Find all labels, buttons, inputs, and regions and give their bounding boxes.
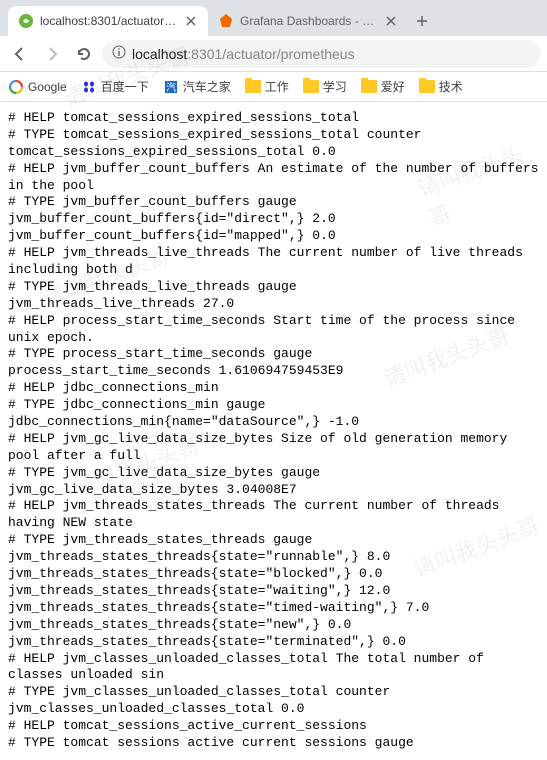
folder-icon xyxy=(303,80,319,93)
tab-title: Grafana Dashboards - discove xyxy=(240,14,378,28)
page-content: # HELP tomcat_sessions_expired_sessions_… xyxy=(0,102,547,760)
toolbar: localhost:8301/actuator/prometheus xyxy=(0,36,547,72)
bookmark-folder-tech[interactable]: 技术 xyxy=(419,78,463,95)
close-icon[interactable] xyxy=(384,14,398,28)
back-button[interactable] xyxy=(6,40,34,68)
new-tab-button[interactable] xyxy=(408,6,436,36)
folder-icon xyxy=(361,80,377,93)
google-icon xyxy=(8,79,24,95)
folder-icon xyxy=(419,80,435,93)
bookmark-autohome[interactable]: 汽汽车之家 xyxy=(163,78,231,95)
close-icon[interactable] xyxy=(184,14,198,28)
svg-text:汽: 汽 xyxy=(166,81,176,94)
bookmark-folder-hobby[interactable]: 爱好 xyxy=(361,78,405,95)
bookmark-baidu[interactable]: 百度一下 xyxy=(81,78,149,95)
url-text: localhost:8301/actuator/prometheus xyxy=(132,46,355,62)
autohome-icon: 汽 xyxy=(163,79,179,95)
baidu-icon xyxy=(81,79,97,95)
grafana-favicon xyxy=(218,13,234,29)
tab-active[interactable]: localhost:8301/actuator/prom xyxy=(8,6,208,36)
bookmark-folder-work[interactable]: 工作 xyxy=(245,78,289,95)
bookmark-google[interactable]: Google xyxy=(8,79,67,95)
spring-favicon xyxy=(18,13,34,29)
bookmarks-bar: Google 百度一下 汽汽车之家 工作 学习 爱好 技术 xyxy=(0,72,547,102)
tab-inactive[interactable]: Grafana Dashboards - discove xyxy=(208,6,408,36)
site-info-icon[interactable] xyxy=(112,45,126,62)
reload-button[interactable] xyxy=(70,40,98,68)
tab-strip: localhost:8301/actuator/prom Grafana Das… xyxy=(0,0,547,36)
forward-button[interactable] xyxy=(38,40,66,68)
address-bar[interactable]: localhost:8301/actuator/prometheus xyxy=(102,40,541,68)
folder-icon xyxy=(245,80,261,93)
tab-title: localhost:8301/actuator/prom xyxy=(40,14,178,28)
bookmark-folder-study[interactable]: 学习 xyxy=(303,78,347,95)
